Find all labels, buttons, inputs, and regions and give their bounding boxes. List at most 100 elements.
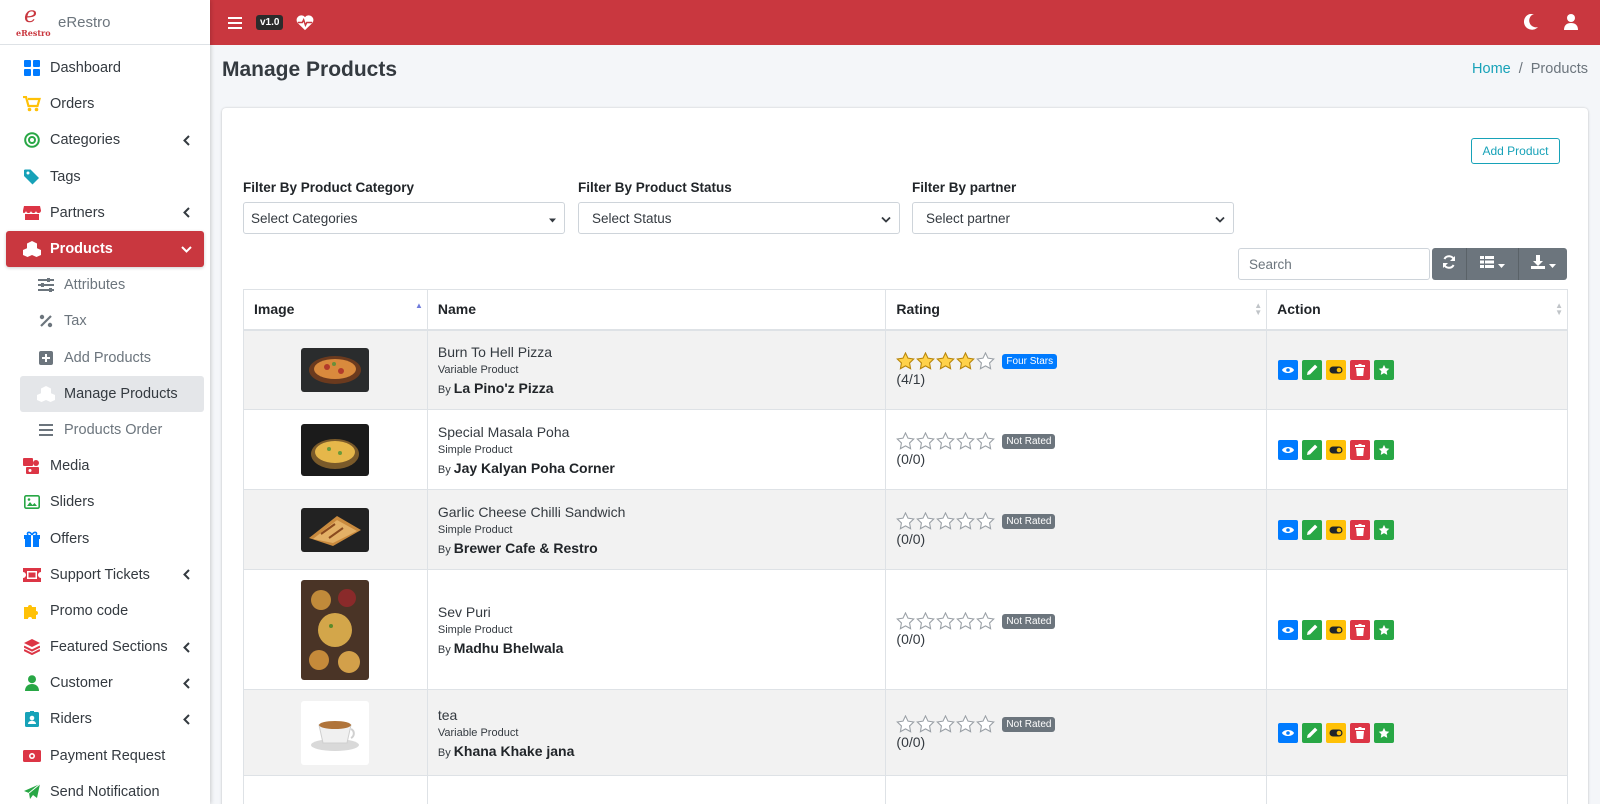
product-image[interactable] xyxy=(301,347,370,392)
export-button[interactable] xyxy=(1519,248,1567,280)
star-empty-icon[interactable] xyxy=(976,612,996,630)
sidebar-item-dashboard[interactable]: Dashboard xyxy=(6,50,204,86)
featured-button[interactable] xyxy=(1374,359,1395,380)
star-empty-icon[interactable] xyxy=(916,612,936,630)
star-empty-icon[interactable] xyxy=(976,715,996,733)
star-empty-icon[interactable] xyxy=(936,715,956,733)
view-button[interactable] xyxy=(1278,519,1299,540)
featured-button[interactable] xyxy=(1374,722,1395,743)
heartbeat-icon[interactable] xyxy=(296,14,314,32)
delete-button[interactable] xyxy=(1350,722,1371,743)
moon-icon[interactable] xyxy=(1522,13,1540,31)
search-input[interactable]: Search xyxy=(1238,248,1430,280)
sidebar-item-add-products[interactable]: Add Products xyxy=(20,340,204,376)
edit-button[interactable] xyxy=(1302,519,1323,540)
sidebar-item-offers[interactable]: Offers xyxy=(6,520,204,556)
star-empty-icon[interactable] xyxy=(956,715,976,733)
star-empty-icon[interactable] xyxy=(936,612,956,630)
sidebar-item-featured-sections[interactable]: Featured Sections xyxy=(6,629,204,665)
sidebar-item-payment-request[interactable]: Payment Request xyxy=(6,738,204,774)
edit-button[interactable] xyxy=(1302,722,1323,743)
product-name[interactable]: Garlic Cheese Chilli Sandwich xyxy=(438,504,876,520)
star-filled-icon[interactable] xyxy=(896,352,916,370)
category-select[interactable]: Select Categories xyxy=(243,202,565,234)
star-empty-icon[interactable] xyxy=(896,512,916,530)
sidebar-item-riders[interactable]: Riders xyxy=(6,701,204,737)
featured-button[interactable] xyxy=(1374,619,1395,640)
star-empty-icon[interactable] xyxy=(936,432,956,450)
sidebar-item-tags[interactable]: Tags xyxy=(6,159,204,195)
status-select[interactable]: Select Status xyxy=(578,202,900,234)
sidebar-item-tax[interactable]: Tax xyxy=(20,303,204,339)
sidebar-item-label: Attributes xyxy=(64,277,126,294)
delete-button[interactable] xyxy=(1350,439,1371,460)
view-button[interactable] xyxy=(1278,439,1299,460)
delete-button[interactable] xyxy=(1350,619,1371,640)
edit-button[interactable] xyxy=(1302,359,1323,380)
toggle-status-button[interactable] xyxy=(1326,359,1347,380)
product-name[interactable]: Sev Puri xyxy=(438,604,876,620)
sidebar-item-sliders[interactable]: Sliders xyxy=(6,484,204,520)
product-image[interactable] xyxy=(301,579,370,680)
star-empty-icon[interactable] xyxy=(916,715,936,733)
sidebar-item-attributes[interactable]: Attributes xyxy=(20,267,204,303)
star-empty-icon[interactable] xyxy=(976,512,996,530)
toggle-status-button[interactable] xyxy=(1326,722,1347,743)
product-name[interactable]: tea xyxy=(438,707,876,723)
partner-select[interactable]: Select partner xyxy=(912,202,1234,234)
star-empty-icon[interactable] xyxy=(916,512,936,530)
toggle-status-button[interactable] xyxy=(1326,619,1347,640)
star-empty-icon[interactable] xyxy=(896,432,916,450)
featured-button[interactable] xyxy=(1374,439,1395,460)
user-icon[interactable] xyxy=(1562,13,1580,31)
product-name[interactable]: Burn To Hell Pizza xyxy=(438,344,876,360)
sidebar-item-orders[interactable]: Orders xyxy=(6,86,204,122)
star-empty-icon[interactable] xyxy=(916,432,936,450)
view-button[interactable] xyxy=(1278,359,1299,380)
sidebar-item-products-order[interactable]: Products Order xyxy=(20,412,204,448)
star-empty-icon[interactable] xyxy=(976,352,996,370)
refresh-button[interactable] xyxy=(1432,248,1467,280)
sidebar-item-send-notification[interactable]: Send Notification xyxy=(6,774,204,804)
star-filled-icon[interactable] xyxy=(956,352,976,370)
star-empty-icon[interactable] xyxy=(976,432,996,450)
column-header-rating[interactable]: Rating ▲ ▼ xyxy=(885,289,1268,331)
column-header-name[interactable]: Name xyxy=(426,289,887,331)
delete-button[interactable] xyxy=(1350,359,1371,380)
sidebar-item-media[interactable]: Media xyxy=(6,448,204,484)
star-empty-icon[interactable] xyxy=(956,432,976,450)
edit-button[interactable] xyxy=(1302,439,1323,460)
product-name[interactable]: Special Masala Poha xyxy=(438,424,876,440)
sidebar-item-manage-products[interactable]: Manage Products xyxy=(20,375,204,412)
product-image[interactable] xyxy=(301,423,370,476)
column-header-action[interactable]: Action ▲ ▼ xyxy=(1266,289,1568,331)
product-image[interactable] xyxy=(301,507,370,552)
edit-button[interactable] xyxy=(1302,619,1323,640)
breadcrumb-home[interactable]: Home xyxy=(1472,61,1511,77)
sidebar-item-categories[interactable]: Categories xyxy=(6,122,204,158)
toggle-status-button[interactable] xyxy=(1326,519,1347,540)
sidebar-item-products[interactable]: Products xyxy=(6,230,204,268)
hamburger-menu-icon[interactable] xyxy=(226,14,244,32)
sidebar-item-support-tickets[interactable]: Support Tickets xyxy=(6,557,204,593)
add-product-button[interactable]: Add Product xyxy=(1471,138,1560,164)
star-filled-icon[interactable] xyxy=(936,352,956,370)
sidebar-item-customer[interactable]: Customer xyxy=(6,665,204,701)
delete-button[interactable] xyxy=(1350,519,1371,540)
star-empty-icon[interactable] xyxy=(896,715,916,733)
product-image[interactable] xyxy=(301,700,370,765)
brand[interactable]: e eRestro eRestro xyxy=(0,0,210,45)
column-header-image[interactable]: Image ▲ xyxy=(243,289,428,331)
columns-toggle-button[interactable] xyxy=(1467,248,1519,280)
star-empty-icon[interactable] xyxy=(956,612,976,630)
star-empty-icon[interactable] xyxy=(956,512,976,530)
view-button[interactable] xyxy=(1278,619,1299,640)
star-empty-icon[interactable] xyxy=(896,612,916,630)
toggle-status-button[interactable] xyxy=(1326,439,1347,460)
sidebar-item-promo-code[interactable]: Promo code xyxy=(6,593,204,629)
star-empty-icon[interactable] xyxy=(936,512,956,530)
view-button[interactable] xyxy=(1278,722,1299,743)
featured-button[interactable] xyxy=(1374,519,1395,540)
sidebar-item-partners[interactable]: Partners xyxy=(6,195,204,231)
star-filled-icon[interactable] xyxy=(916,352,936,370)
